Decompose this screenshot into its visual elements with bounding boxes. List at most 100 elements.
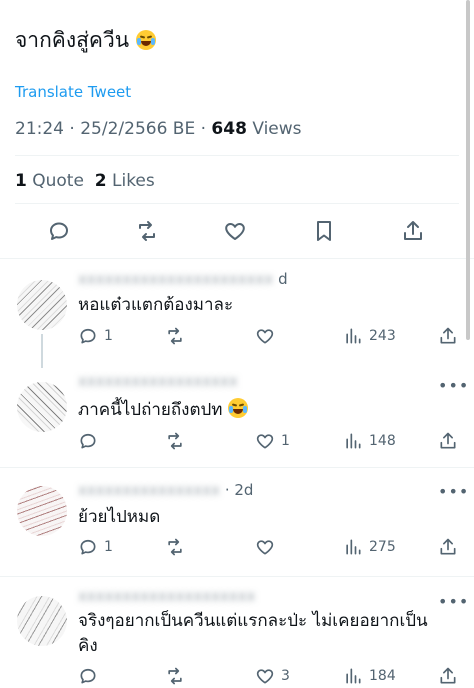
avatar[interactable]: [17, 596, 67, 646]
share-button[interactable]: [438, 666, 458, 686]
views-label: Views: [252, 119, 302, 139]
like-count: 1: [281, 433, 290, 449]
retweet-button[interactable]: [165, 537, 185, 557]
laughing-emoji-icon: [135, 30, 156, 50]
like-icon: [225, 223, 245, 240]
reply-icon: [50, 222, 68, 240]
divider: [15, 155, 459, 156]
views-button[interactable]: 275: [343, 537, 396, 557]
reply-text: ย้วยไปหมด: [78, 507, 161, 527]
more-options-button[interactable]: •••: [438, 376, 469, 395]
username-blurred: xxxxxxxxxxxxxxxxxxxxxx: [78, 270, 274, 288]
quote-count: 1: [15, 171, 27, 191]
reply-text-content: ภาคนี้ไปถ่ายถึงตปท: [78, 400, 223, 420]
reply-author[interactable]: xxxxxxxxxxxxxxxxxxxx: [78, 587, 256, 605]
retweet-icon: [168, 327, 182, 345]
reply-author[interactable]: xxxxxxxxxxxxxxxxxx: [78, 372, 238, 390]
divider: [0, 576, 474, 577]
reply-count: 1: [104, 328, 113, 344]
views-count: 648: [211, 119, 247, 139]
more-options-button[interactable]: •••: [438, 482, 469, 501]
scrollbar[interactable]: [466, 0, 470, 340]
quote-label: Quote: [32, 171, 84, 191]
share-icon: [440, 327, 456, 344]
thread-line: [41, 334, 43, 368]
analytics-icon: [346, 668, 361, 684]
retweet-icon: [168, 667, 182, 685]
views-count: 148: [369, 433, 396, 449]
views-count: 275: [369, 539, 396, 555]
avatar[interactable]: [17, 280, 67, 330]
tweet-time[interactable]: 21:24: [15, 119, 64, 139]
like-button[interactable]: [255, 326, 275, 346]
analytics-icon: [346, 328, 361, 344]
bookmark-button[interactable]: [309, 216, 339, 246]
reply-icon: [80, 328, 96, 344]
analytics-icon: [346, 539, 361, 555]
like-button[interactable]: 3: [255, 666, 290, 686]
retweet-icon: [168, 538, 182, 556]
translate-tweet-link[interactable]: Translate Tweet: [15, 83, 131, 101]
avatar[interactable]: [17, 382, 67, 432]
share-button[interactable]: [438, 431, 458, 451]
engagement-counts: 1 Quote 2 Likes: [15, 171, 155, 191]
username-blurred: xxxxxxxxxxxxxxxxxx: [78, 372, 238, 390]
likes-label: Likes: [112, 171, 155, 191]
share-icon: [440, 538, 456, 555]
retweet-button[interactable]: [165, 666, 185, 686]
reply-button[interactable]: [78, 431, 98, 451]
retweet-button[interactable]: [165, 431, 185, 451]
reply-icon: [80, 668, 96, 684]
divider: [15, 203, 459, 204]
reply-text: ภาคนี้ไปถ่ายถึงตปท: [78, 398, 248, 422]
reply-text-line-1: จริงๆอยากเป็นควีนแต่แรกละป่ะ ไม่เคยอยากเ…: [78, 611, 428, 631]
retweet-button[interactable]: [165, 326, 185, 346]
share-icon: [440, 667, 456, 684]
retweet-icon: [168, 432, 182, 450]
like-button[interactable]: [220, 216, 250, 246]
username-blurred: xxxxxxxxxxxxxxxx: [78, 481, 221, 499]
views-button[interactable]: 184: [343, 666, 396, 686]
meta-separator: ·: [200, 119, 207, 139]
quotes-link[interactable]: 1 Quote: [15, 171, 84, 191]
reply-button[interactable]: [44, 216, 74, 246]
reply-icon: [80, 433, 96, 449]
reply-text-line-2: คิง: [78, 636, 98, 656]
like-button[interactable]: 1: [255, 431, 290, 451]
reply-button[interactable]: 1: [78, 326, 113, 346]
divider: [0, 258, 474, 259]
analytics-icon: [346, 433, 361, 449]
like-button[interactable]: [255, 537, 275, 557]
reply-time: d: [278, 270, 288, 288]
reply-author[interactable]: xxxxxxxxxxxxxxxx · 2d: [78, 481, 253, 499]
reply-button[interactable]: [78, 666, 98, 686]
share-icon: [440, 432, 456, 449]
reply-button[interactable]: 1: [78, 537, 113, 557]
meta-separator: ·: [69, 119, 75, 139]
reply-count: 1: [104, 539, 113, 555]
tweet-text: จากคิงสู่ควีน: [15, 24, 156, 57]
share-button[interactable]: [438, 537, 458, 557]
reply-author[interactable]: xxxxxxxxxxxxxxxxxxxxxx d: [78, 270, 288, 288]
like-count: 3: [281, 668, 290, 684]
views-button[interactable]: 148: [343, 431, 396, 451]
share-button[interactable]: [398, 216, 428, 246]
like-icon: [256, 669, 274, 684]
likes-count: 2: [94, 171, 107, 191]
tweet-date[interactable]: 25/2/2566 BE: [80, 119, 195, 139]
reply-text: หอแต๋วแตกต้องมาละ: [78, 295, 234, 315]
retweet-button[interactable]: [132, 216, 162, 246]
laughing-emoji-icon: [227, 398, 248, 418]
share-icon: [404, 221, 422, 240]
more-options-button[interactable]: •••: [438, 592, 469, 611]
reply-icon: [80, 539, 96, 555]
views-count: 243: [369, 328, 396, 344]
views-count: 184: [369, 668, 396, 684]
views-button[interactable]: 243: [343, 326, 396, 346]
share-button[interactable]: [438, 326, 458, 346]
username-blurred: xxxxxxxxxxxxxxxxxxxx: [78, 587, 256, 605]
like-icon: [256, 329, 274, 344]
likes-link[interactable]: 2 Likes: [95, 171, 155, 191]
tweet-meta: 21:24 · 25/2/2566 BE · 648 Views: [15, 119, 302, 139]
avatar[interactable]: [17, 486, 67, 536]
